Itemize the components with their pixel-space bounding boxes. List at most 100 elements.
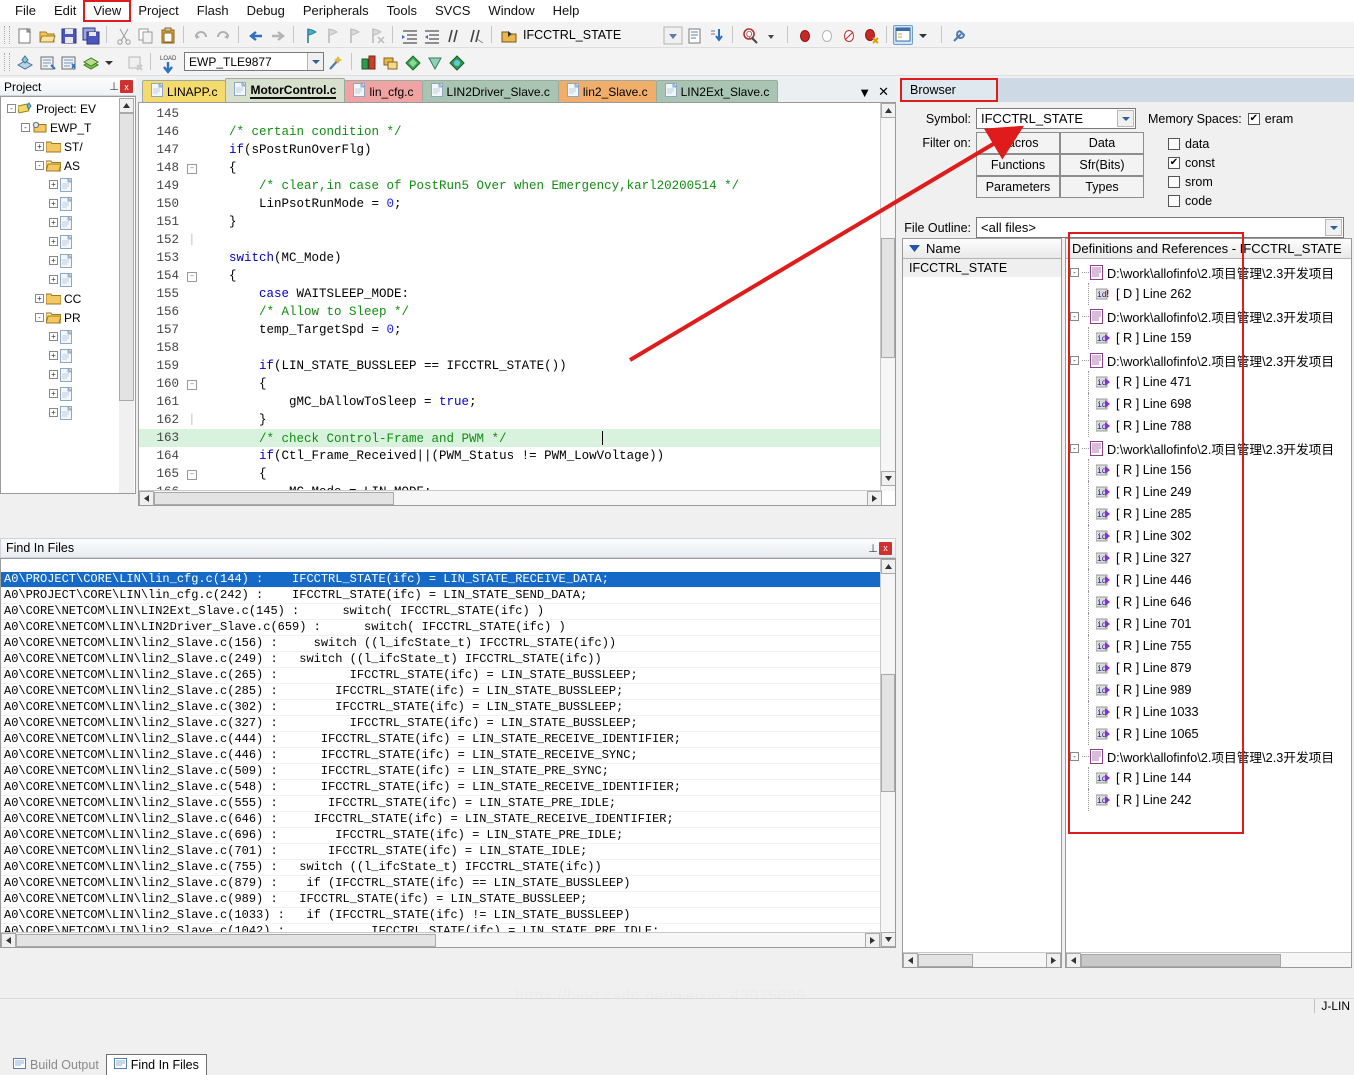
collapse-icon[interactable]: - [7,104,16,113]
new-file-icon[interactable] [14,25,34,45]
filter-button-functions[interactable]: Functions [976,154,1060,176]
project-tree-row[interactable]: + [1,346,135,365]
project-tree-row[interactable]: + CC [1,289,135,308]
build-toolbar[interactable]: LOAD EWP_TLE9877 [0,48,1354,76]
memory-space-data[interactable]: data [1168,134,1215,153]
code-line[interactable]: 147 if(sPostRunOverFlg) [139,141,895,159]
file-info-icon[interactable] [684,25,704,45]
find-result-row[interactable]: A0\CORE\NETCOM\LIN\lin2_Slave.c(879) : i… [1,876,895,892]
find-in-files-icon[interactable]: Q [739,25,759,45]
find-result-row[interactable]: A0\CORE\NETCOM\LIN\lin2_Slave.c(327) : I… [1,716,895,732]
find-result-row[interactable]: A0\PROJECT\CORE\LIN\lin_cfg.c(144) : IFC… [1,572,895,588]
books-icon[interactable] [446,52,466,72]
code-line[interactable]: 155 case WAITSLEEP_MODE: [139,285,895,303]
code-line[interactable]: 158 [139,339,895,357]
definitions-reference-row[interactable]: id! [ D ] Line 262 [1066,283,1351,305]
find-results-horizontal-scrollbar[interactable] [1,932,880,947]
toolbar-grip[interactable] [4,52,10,71]
code-line[interactable]: 161 gMC_bAllowToSleep = true; [139,393,895,411]
build-all-icon[interactable] [58,52,78,72]
menu-item-tools[interactable]: Tools [378,1,426,21]
code-line[interactable]: 165– { [139,465,895,483]
project-tree-row[interactable]: + [1,327,135,346]
scrollbar-thumb[interactable] [154,491,394,505]
symbol-name-row[interactable]: IFCCTRL_STATE [903,259,1061,277]
scrollbar-thumb[interactable] [881,238,895,358]
collapse-icon[interactable]: - [1070,311,1079,321]
definitions-reference-row[interactable]: id [ R ] Line 989 [1066,679,1351,701]
checkbox-icon[interactable] [1168,175,1180,188]
filter-button-macros[interactable]: Macros [976,132,1060,154]
symbol-name-column[interactable]: Name IFCCTRL_STATE [902,238,1062,968]
project-tree-row[interactable]: + [1,194,135,213]
definitions-file-row[interactable]: - D:\work\allofinfo\2.项目管理\2.3开发项目 [1066,745,1351,767]
menu-item-project[interactable]: Project [129,1,187,21]
expand-icon[interactable]: + [35,142,44,151]
expand-icon[interactable]: + [49,408,58,417]
code-line[interactable]: 149 /* clear,in case of PostRun5 Over wh… [139,177,895,195]
project-tree-row[interactable]: + [1,384,135,403]
pin-icon[interactable]: ⊥ [108,80,120,93]
scroll-up-button[interactable] [881,103,895,118]
code-line[interactable]: 146 /* certain condition */ [139,123,895,141]
code-line[interactable]: 145 [139,105,895,123]
sort-desc-icon[interactable] [909,241,920,256]
save-all-icon[interactable] [80,25,100,45]
find-result-row[interactable]: A0\CORE\NETCOM\LIN\lin2_Slave.c(555) : I… [1,796,895,812]
find-result-row[interactable]: A0\CORE\NETCOM\LIN\LIN2Driver_Slave.c(65… [1,620,895,636]
definitions-reference-row[interactable]: id [ R ] Line 788 [1066,415,1351,437]
project-tree-row[interactable]: + [1,270,135,289]
definitions-file-row[interactable]: - D:\work\allofinfo\2.项目管理\2.3开发项目 [1066,305,1351,327]
editor-tab-lin2ext-slave-c[interactable]: LIN2Ext_Slave.c [655,80,779,102]
project-tree-row[interactable]: + [1,365,135,384]
filter-button-sfrbits[interactable]: Sfr(Bits) [1060,154,1144,176]
memory-space-const[interactable]: ✔ const [1168,153,1215,172]
collapse-icon[interactable]: - [1070,267,1079,277]
find-result-row[interactable]: A0\CORE\NETCOM\LIN\lin2_Slave.c(696) : I… [1,828,895,844]
memory-space-code[interactable]: code [1168,191,1215,210]
project-tree-row[interactable]: - PR [1,308,135,327]
scroll-up-button[interactable] [881,559,895,574]
definitions-reference-row[interactable]: id [ R ] Line 1033 [1066,701,1351,723]
breakpoint-kill-all-icon[interactable] [860,25,880,45]
memory-space-eram[interactable]: ✔ eram [1247,109,1293,128]
definitions-reference-row[interactable]: id [ R ] Line 698 [1066,393,1351,415]
definitions-reference-row[interactable]: id [ R ] Line 471 [1066,371,1351,393]
find-result-row[interactable]: A0\CORE\NETCOM\LIN\lin2_Slave.c(444) : I… [1,732,895,748]
find-result-row[interactable]: A0\CORE\NETCOM\LIN\lin2_Slave.c(646) : I… [1,812,895,828]
scroll-left-button[interactable] [1,932,16,947]
editor-tab-linapp-c[interactable]: LINAPP.c [142,80,227,102]
scrollbar-thumb[interactable] [918,953,973,967]
scrollbar-thumb[interactable] [119,113,134,401]
scroll-left-button[interactable] [1066,952,1081,967]
collapse-icon[interactable]: - [21,123,30,132]
code-line[interactable]: 148– { [139,159,895,177]
collapse-icon[interactable]: - [35,313,44,322]
project-tree-row[interactable]: + [1,213,135,232]
fold-collapse-icon[interactable]: – [185,163,199,174]
paste-icon[interactable] [157,25,177,45]
expand-icon[interactable]: + [49,370,58,379]
expand-icon[interactable]: + [49,351,58,360]
menu-item-window[interactable]: Window [479,1,543,21]
scroll-up-button[interactable] [119,98,134,113]
definitions-reference-row[interactable]: id [ R ] Line 144 [1066,767,1351,789]
chevron-down-icon[interactable]: ▼ [858,85,871,100]
build-icon[interactable] [14,52,34,72]
scrollbar-thumb[interactable] [881,674,895,792]
toolbar-grip[interactable] [4,25,10,44]
batch-build-dropdown-icon[interactable] [102,52,122,72]
code-line[interactable]: 160– { [139,375,895,393]
name-column-horizontal-scrollbar[interactable] [903,952,1061,967]
project-tree[interactable]: - Project: EV - EWP_T + ST/- AS + + + + + + + CC - PR + + +… [0,96,136,494]
find-result-row[interactable]: A0\CORE\NETCOM\LIN\lin2_Slave.c(701) : I… [1,844,895,860]
code-line[interactable]: 151 } [139,213,895,231]
find-result-row[interactable]: A0\CORE\NETCOM\LIN\lin2_Slave.c(446) : I… [1,748,895,764]
multi-project-icon[interactable] [402,52,422,72]
find-result-row[interactable]: A0\CORE\NETCOM\LIN\lin2_Slave.c(1033) : … [1,908,895,924]
project-tree-row[interactable]: + [1,175,135,194]
expand-icon[interactable]: + [49,180,58,189]
comment-icon[interactable] [443,25,463,45]
editor-tab-bar[interactable]: LINAPP.c MotorControl.c lin_cfg.c LIN2Drive… [138,78,896,102]
file-outline-select[interactable]: <all files> [976,217,1344,238]
